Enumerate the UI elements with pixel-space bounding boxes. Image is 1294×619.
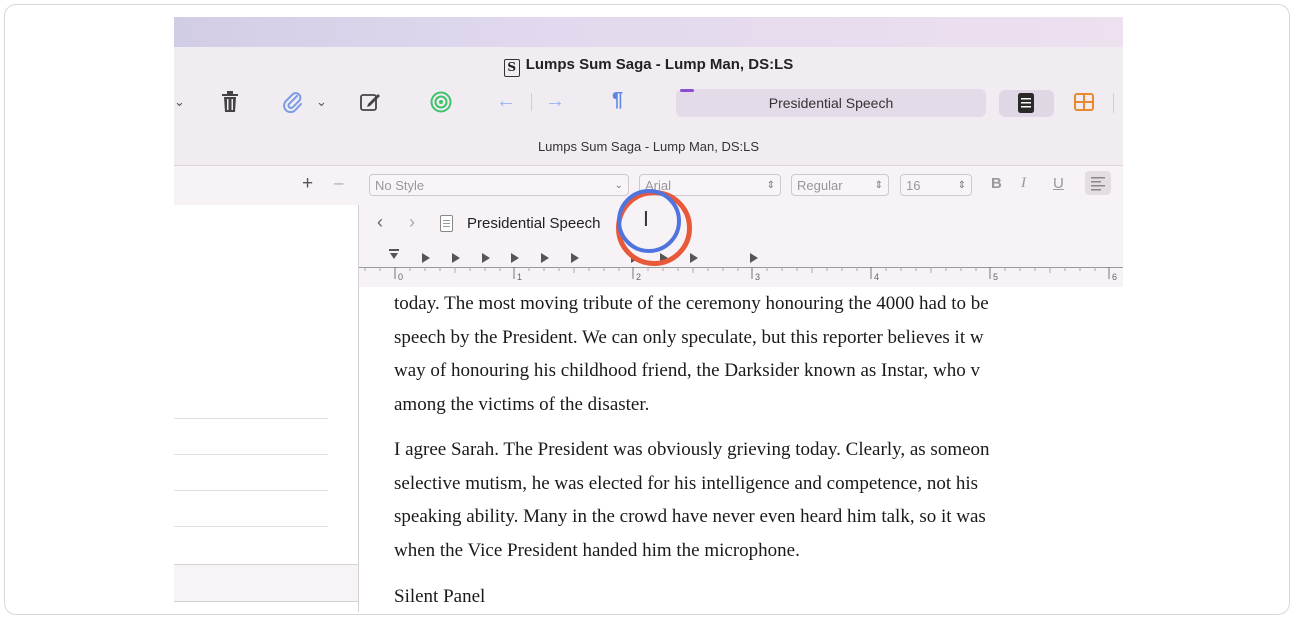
ruler-label: 4 [874,272,880,282]
history-forward-icon[interactable]: › [409,212,415,233]
text-line: speaking ability. Many in the crowd have… [394,506,986,527]
ruler-label: 5 [993,272,999,282]
binder-row-divider [174,454,328,455]
text-line: speech by the President. We can only spe… [394,326,984,348]
attach-menu-chevron-icon[interactable]: ⌄ [316,94,327,110]
font-size-select[interactable]: 16 ⇕ [900,174,972,196]
corkboard-icon[interactable] [1074,93,1094,116]
document-icon [440,215,453,237]
chevron-down-icon: ⌄ [614,180,623,191]
text-paragraph[interactable]: I agree Sarah. The President was obvious… [394,433,990,567]
compose-icon[interactable] [360,92,382,117]
click-highlight-inner-ring [617,189,681,253]
stepper-icon: ⇕ [874,180,883,191]
nav-divider [531,93,532,111]
binder-sidebar [174,205,359,612]
project-icon: S [503,59,520,77]
desktop-strip [174,17,1123,47]
scrivener-window: S Lumps Sum Saga - Lump Man, DS:LS ⌄ ⌄ ← … [174,17,1123,612]
window-title: S Lumps Sum Saga - Lump Man, DS:LS [174,56,1123,77]
pilcrow-icon[interactable]: ¶ [612,89,623,112]
paperclip-icon[interactable] [282,91,304,119]
chevron-down-icon[interactable]: ⌄ [174,94,185,110]
align-left-icon[interactable] [1085,171,1111,195]
editor-header: ‹ › Presidential Speech [359,205,1123,243]
underline-button[interactable]: U [1053,175,1064,192]
stepper-icon: ⇕ [766,180,775,191]
ruler-label: 6 [1112,272,1118,282]
binder-row-divider [174,490,328,491]
text-line: way of honouring his childhood friend, t… [394,360,981,381]
text-line: among the victims of the disaster. [394,393,650,415]
toolbar-divider [1113,93,1114,113]
ruler-label: 1 [517,272,523,282]
stepper-icon: ⇕ [957,180,966,191]
text-line: selective mutism, he was elected for his… [394,472,979,494]
text-line: today. The most moving tribute of the ce… [394,293,989,314]
italic-button[interactable]: I [1021,175,1026,192]
ruler-label: 0 [398,272,404,282]
text-paragraph[interactable]: today. The most moving tribute of the ce… [394,287,989,421]
forward-arrow-icon[interactable]: → [545,90,565,113]
text-cursor-icon: I [643,207,649,231]
text-line: I agree Sarah. The President was obvious… [394,439,990,460]
binder-row-divider [174,526,328,527]
binder-row-divider [174,418,328,419]
editor-doc-title[interactable]: Presidential Speech [467,215,600,232]
text-paragraph[interactable]: Silent Panel [394,580,485,612]
ruler[interactable]: 0 1 2 3 4 5 6 [359,243,1123,288]
document-view-icon[interactable] [1018,93,1034,118]
trash-icon[interactable] [221,91,239,118]
history-back-icon[interactable]: ‹ [377,212,383,233]
quick-search-field[interactable]: Presidential Speech [676,89,986,117]
back-arrow-icon[interactable]: ← [496,90,516,113]
font-weight-select[interactable]: Regular ⇕ [791,174,889,196]
ruler-label: 2 [636,272,642,282]
paragraph-style-select[interactable]: No Style ⌄ [369,174,629,196]
window-subtitle: Lumps Sum Saga - Lump Man, DS:LS [537,139,760,154]
text-line: when the Vice President handed him the m… [394,539,800,561]
remove-item-button[interactable]: – [334,173,343,193]
ruler-label: 3 [755,272,761,282]
bold-button[interactable]: B [991,175,1002,192]
add-item-button[interactable]: + [302,173,313,195]
target-icon[interactable] [430,91,452,118]
binder-footer [174,564,358,602]
